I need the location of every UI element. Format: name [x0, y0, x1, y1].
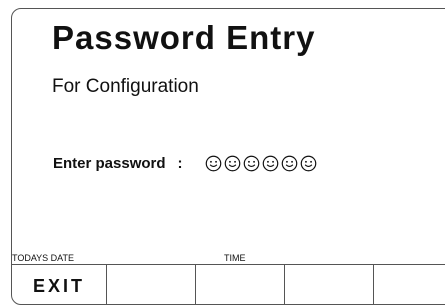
smiley-icon [281, 155, 297, 171]
page-subtitle: For Configuration [52, 76, 199, 97]
password-field[interactable] [205, 155, 319, 172]
smiley-icon [205, 155, 221, 171]
smiley-icon [224, 155, 240, 171]
smiley-icon [243, 155, 259, 171]
todays-date-label: TODAYS DATE [12, 253, 75, 263]
config-screen: Password Entry For Configuration Enter p… [11, 8, 445, 305]
password-separator: : [177, 154, 183, 172]
softkey-bar: EXIT [12, 264, 445, 304]
password-label: Enter password [53, 154, 166, 172]
smiley-icon [300, 155, 316, 171]
exit-softkey[interactable]: EXIT [12, 265, 107, 304]
time-label: TIME [224, 253, 246, 263]
softkey-5[interactable] [374, 265, 445, 304]
softkey-3[interactable] [196, 265, 285, 304]
password-row: Enter password : [53, 151, 319, 175]
softkey-2[interactable] [107, 265, 196, 304]
page-title: Password Entry [52, 19, 316, 56]
softkey-4[interactable] [285, 265, 374, 304]
smiley-icon [262, 155, 278, 171]
